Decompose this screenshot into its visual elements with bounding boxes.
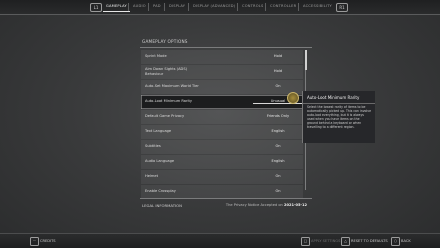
scrollbar-thumb[interactable] [304,50,307,70]
description-title: Auto-Loot Minimum Rarity [307,95,360,100]
l1-bumper-icon[interactable]: L1 [90,3,102,12]
description-divider [303,103,375,104]
tab-divider [237,3,238,11]
apply-settings-action[interactable]: APPLY SETTINGS [311,239,340,243]
option-value[interactable]: On [253,84,303,88]
cursor-icon [287,92,299,104]
tab-gameplay[interactable]: GAMEPLAY [103,4,130,12]
option-label: Aim Down Sights (ADS) Behaviour [145,67,187,76]
square-button-icon[interactable]: □ [301,237,310,246]
tab-divider [164,3,165,11]
credits-action[interactable]: CREDITS [40,239,56,243]
legal-information-link[interactable]: LEGAL INFORMATION [142,203,182,208]
option-auto-set-world-tier[interactable]: Auto-Set Maximum World Tier On [141,80,303,94]
section-title: GAMEPLAY OPTIONS [142,39,188,44]
option-description-panel: Auto-Loot Minimum Rarity Select the lowe… [302,91,375,143]
option-label: Audio Language [145,159,175,163]
triangle-button-icon[interactable]: △ [341,237,350,246]
reset-defaults-action[interactable]: RESET TO DEFAULTS [351,239,388,243]
option-label: Helmet [145,174,159,178]
option-value[interactable]: Friends Only [253,114,303,118]
option-label: Auto-Set Maximum World Tier [145,84,199,88]
tab-audio[interactable]: AUDIO [133,4,146,8]
option-ads-behaviour[interactable]: Aim Down Sights (ADS) Behaviour Hold [141,65,303,79]
back-action[interactable]: BACK [401,239,411,243]
tab-divider [148,3,149,11]
option-enable-crossplay[interactable]: Enable Crossplay On [141,185,303,199]
option-sprint-mode[interactable]: Sprint Mode Hold [141,50,303,64]
options-button-icon[interactable]: ⋯ [30,237,39,246]
bottom-action-bar: ⋯ CREDITS □ APPLY SETTINGS △ RESET TO DE… [0,233,440,248]
option-value[interactable]: Hold [253,54,303,58]
option-value[interactable]: On [253,174,303,178]
tab-divider [265,3,266,11]
r1-bumper-icon[interactable]: R1 [336,3,348,12]
tab-divider [128,3,129,11]
tab-pad[interactable]: PAD [153,4,161,8]
privacy-notice-date: 2021-05-12 [284,203,307,207]
option-value[interactable]: English [253,159,303,163]
option-default-game-privacy[interactable]: Default Game Privacy Friends Only [141,110,303,124]
gameplay-options-panel: GAMEPLAY OPTIONS Sprint Mode Hold Aim Do… [137,32,315,212]
option-label: Sprint Mode [145,54,167,58]
option-text-language[interactable]: Text Language English [141,125,303,139]
description-body: Select the lowest rarity of items to be … [307,105,372,129]
privacy-notice-status: The Privacy Notice Accepted on 2021-05-1… [226,203,307,207]
tab-accessibility[interactable]: ACCESSIBILITY [303,4,332,8]
options-list: Sprint Mode Hold Aim Down Sights (ADS) B… [141,50,303,200]
option-label: Subtitles [145,144,161,148]
option-value[interactable]: English [253,129,303,133]
option-helmet[interactable]: Helmet On [141,170,303,184]
option-value[interactable]: On [253,144,303,148]
option-audio-language[interactable]: Audio Language English [141,155,303,169]
option-value[interactable]: Hold [253,69,303,73]
section-divider [140,47,312,48]
top-navigation: L1 GAMEPLAY AUDIO PAD DISPLAY DISPLAY (A… [0,0,440,15]
privacy-notice-text: The Privacy Notice Accepted on [225,203,283,207]
option-label: Text Language [145,129,172,133]
option-value[interactable]: On [253,189,303,193]
circle-button-icon[interactable]: ○ [391,237,400,246]
tab-divider [298,3,299,11]
tab-divider [188,3,189,11]
tab-controls[interactable]: CONTROLS [242,4,263,8]
option-auto-loot-rarity[interactable]: Auto-Loot Minimum Rarity Unusual [141,95,303,109]
option-label: Auto-Loot Minimum Rarity [145,99,193,103]
tab-display-advanced[interactable]: DISPLAY (ADVANCED) [193,4,235,8]
option-label: Enable Crossplay [145,189,176,193]
option-subtitles[interactable]: Subtitles On [141,140,303,154]
tab-display[interactable]: DISPLAY [169,4,185,8]
legal-divider [140,198,312,199]
option-label: Default Game Privacy [145,114,185,118]
tab-controller[interactable]: CONTROLLER [270,4,296,8]
